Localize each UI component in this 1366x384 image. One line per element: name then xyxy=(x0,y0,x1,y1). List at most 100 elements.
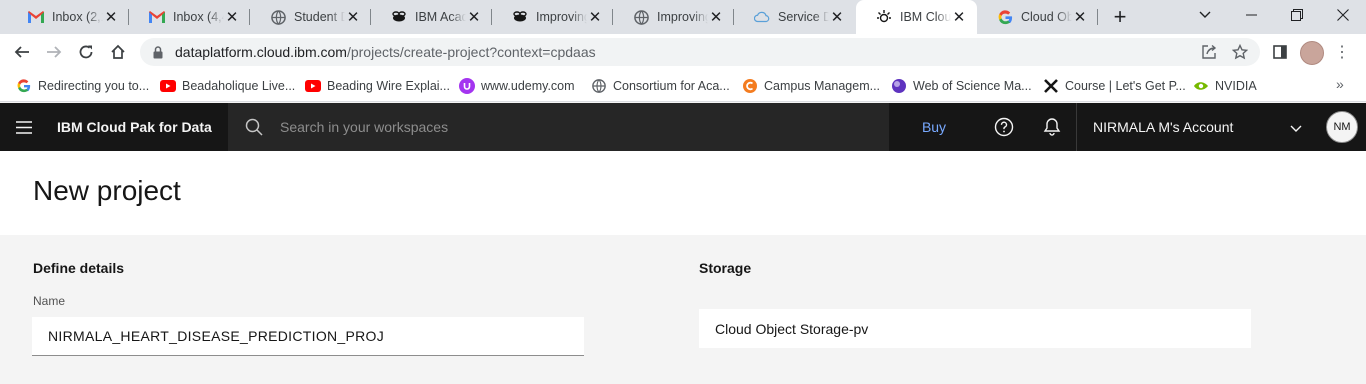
bookmark-item[interactable]: www.udemy.com xyxy=(459,76,575,96)
bookmark-label: Course | Let's Get P... xyxy=(1065,79,1186,93)
bookmark-label: Consortium for Aca... xyxy=(613,79,730,93)
browser-tab[interactable]: Inbox (2,10 ✕ xyxy=(8,0,129,34)
chrome-profile-avatar[interactable] xyxy=(1300,41,1324,65)
close-icon[interactable]: ✕ xyxy=(103,9,119,26)
browser-tab[interactable]: Service De ✕ xyxy=(734,0,855,34)
bookmark-item[interactable]: NVIDIA xyxy=(1193,76,1257,96)
bookmark-label: www.udemy.com xyxy=(481,79,575,93)
chevron-down-icon xyxy=(1290,120,1302,136)
forward-button[interactable] xyxy=(40,38,68,66)
x-icon xyxy=(1043,78,1059,94)
close-icon[interactable]: ✕ xyxy=(587,9,603,26)
bookmark-item[interactable]: Beading Wire Explai... xyxy=(305,76,450,96)
tab-title: Improving xyxy=(536,10,587,24)
avatar[interactable]: NM xyxy=(1326,111,1358,143)
help-icon[interactable] xyxy=(980,103,1028,151)
search-input[interactable]: Search in your workspaces xyxy=(280,119,448,135)
close-icon[interactable]: ✕ xyxy=(708,9,724,26)
storage-heading: Storage xyxy=(699,260,752,276)
url-host: dataplatform.cloud.ibm.com xyxy=(175,44,347,60)
storage-selection[interactable]: Cloud Object Storage-pv xyxy=(699,309,1251,348)
lock-icon xyxy=(153,45,167,59)
close-icon[interactable]: ✕ xyxy=(829,9,845,26)
notification-bell-icon[interactable] xyxy=(1028,103,1076,151)
close-icon[interactable]: ✕ xyxy=(345,9,361,26)
new-tab-button[interactable]: + xyxy=(1108,4,1132,29)
youtube-icon xyxy=(305,78,321,94)
browser-tab[interactable]: Cloud Obj ✕ xyxy=(977,0,1098,34)
bookmark-item[interactable]: Campus Managem... xyxy=(742,76,880,96)
bookmark-label: Campus Managem... xyxy=(764,79,881,93)
bookmark-item[interactable]: Beadaholique Live... xyxy=(160,76,295,96)
minimize-button[interactable] xyxy=(1228,0,1274,30)
bookmark-item[interactable]: Redirecting you to... xyxy=(16,76,149,96)
browser-tab-active[interactable]: IBM Cloud ✕ xyxy=(856,0,977,34)
tab-title: Service De xyxy=(778,10,829,24)
browser-tab-strip: Inbox (2,10 ✕ Inbox (4,41 ✕ Student De ✕… xyxy=(0,0,1366,34)
home-button[interactable] xyxy=(104,38,132,66)
tab-search-chevron-icon[interactable] xyxy=(1182,0,1228,30)
buy-link[interactable]: Buy xyxy=(906,103,962,151)
browser-tab[interactable]: IBM Acade ✕ xyxy=(371,0,492,34)
campus-icon xyxy=(742,78,758,94)
workspace-search[interactable]: Search in your workspaces xyxy=(228,103,889,151)
sidepanel-icon[interactable] xyxy=(1266,38,1294,66)
account-switcher[interactable]: NIRMALA M's Account xyxy=(1076,103,1316,151)
close-icon[interactable]: ✕ xyxy=(466,9,482,26)
bookmark-label: NVIDIA xyxy=(1215,79,1257,93)
project-name-input[interactable]: NIRMALA_HEART_DISEASE_PREDICTION_PROJ xyxy=(32,317,584,356)
browser-tab[interactable]: Improving ✕ xyxy=(492,0,613,34)
app-header: IBM Cloud Pak for Data Search in your wo… xyxy=(0,103,1366,151)
project-form: Define details Name NIRMALA_HEART_DISEAS… xyxy=(0,235,1366,384)
browser-tab[interactable]: Student De ✕ xyxy=(250,0,371,34)
tab-separator xyxy=(1097,9,1098,25)
more-menu-icon[interactable]: ⋮ xyxy=(1334,42,1350,62)
share-icon[interactable] xyxy=(1195,38,1223,66)
star-icon[interactable] xyxy=(1226,38,1254,66)
close-icon[interactable]: ✕ xyxy=(1072,9,1088,26)
page-header: New project xyxy=(0,151,1366,235)
google-icon xyxy=(16,78,32,94)
browser-toolbar: dataplatform.cloud.ibm.com/projects/crea… xyxy=(0,34,1366,70)
google-icon xyxy=(997,9,1013,25)
bookmark-item[interactable]: Course | Let's Get P... xyxy=(1043,76,1186,96)
bookmark-label: Beading Wire Explai... xyxy=(327,79,450,93)
back-button[interactable] xyxy=(8,38,36,66)
tab-title: IBM Cloud xyxy=(900,10,951,24)
define-details-heading: Define details xyxy=(33,260,125,276)
url-path: /projects/create-project?context=cpdaas xyxy=(346,44,596,60)
bookmarks-bar: Redirecting you to... Beadaholique Live.… xyxy=(0,70,1366,102)
udemy-icon xyxy=(459,78,475,94)
restore-button[interactable] xyxy=(1274,0,1320,30)
tab-title: Inbox (4,41 xyxy=(173,10,224,24)
name-field-label: Name xyxy=(33,294,66,308)
tab-title: Inbox (2,10 xyxy=(52,10,103,24)
bookmark-label: Web of Science Ma... xyxy=(913,79,1032,93)
tab-title: Student De xyxy=(294,10,345,24)
tab-title: Cloud Obj xyxy=(1021,10,1072,24)
wos-icon xyxy=(891,78,907,94)
bookmark-item[interactable]: Web of Science Ma... xyxy=(891,76,1032,96)
search-icon xyxy=(228,118,280,136)
bookmark-label: Redirecting you to... xyxy=(38,79,150,93)
ibm-cloud-icon xyxy=(876,9,892,25)
browser-tab[interactable]: Inbox (4,41 ✕ xyxy=(129,0,250,34)
tab-title: IBM Acade xyxy=(415,10,466,24)
window-close-button[interactable] xyxy=(1320,0,1366,30)
address-bar[interactable]: dataplatform.cloud.ibm.com/projects/crea… xyxy=(140,38,1260,66)
close-icon[interactable]: ✕ xyxy=(224,9,240,26)
browser-tab[interactable]: Improving ✕ xyxy=(613,0,734,34)
bookmark-label: Beadaholique Live... xyxy=(182,79,296,93)
bookmark-item[interactable]: Consortium for Aca... xyxy=(591,76,730,96)
product-name[interactable]: IBM Cloud Pak for Data xyxy=(57,103,212,151)
youtube-icon xyxy=(160,78,176,94)
bookmarks-overflow-icon[interactable]: » xyxy=(1336,76,1344,92)
hamburger-menu-icon[interactable] xyxy=(0,103,48,151)
ibm-bee-icon xyxy=(512,9,528,25)
nvidia-icon xyxy=(1193,78,1209,94)
gmail-icon xyxy=(149,9,165,25)
close-icon[interactable]: ✕ xyxy=(951,9,967,26)
page-title: New project xyxy=(33,175,181,206)
globe-icon xyxy=(633,9,649,25)
reload-button[interactable] xyxy=(72,38,100,66)
